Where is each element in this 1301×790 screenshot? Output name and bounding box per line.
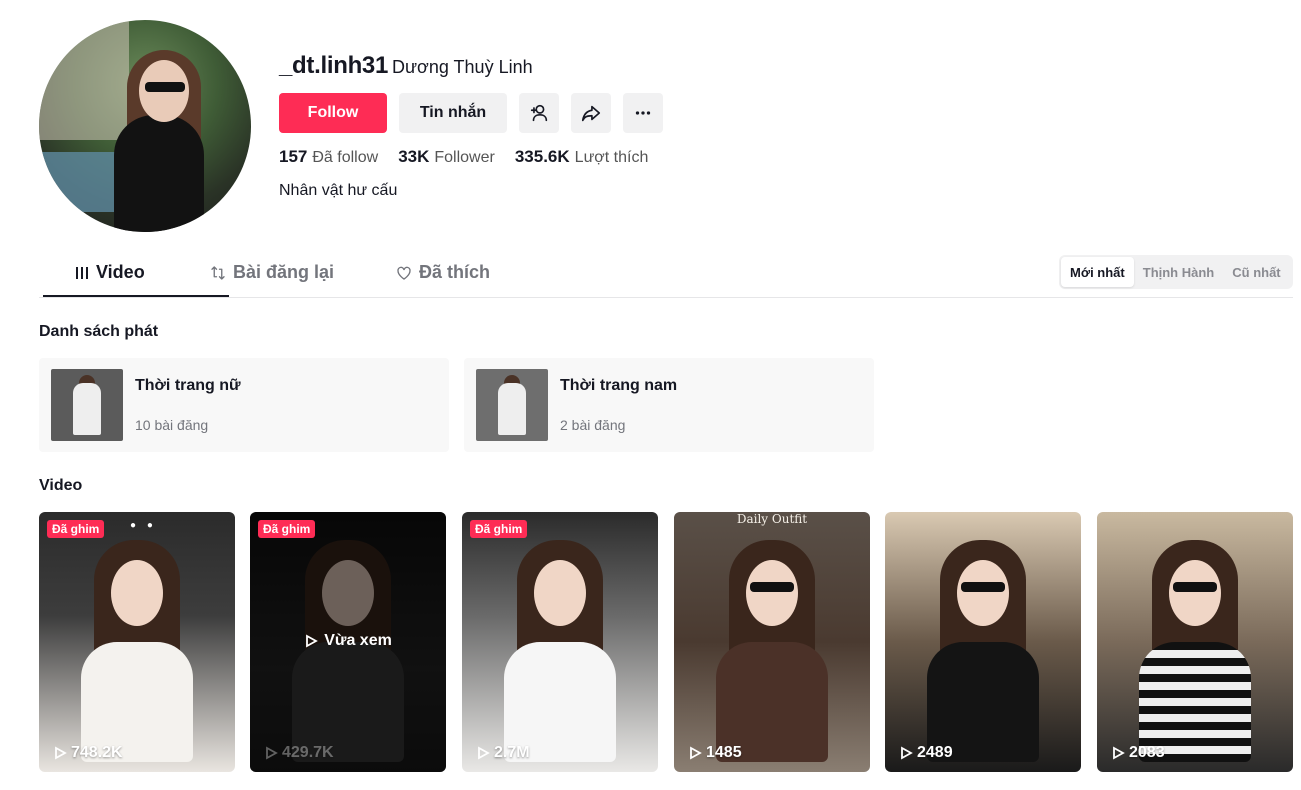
avatar-background-wall [39,20,129,140]
video-card[interactable]: 2083 [1097,512,1293,772]
profile-nickname: Dương Thuỳ Linh [392,57,533,77]
likes-count: 335.6K [514,147,570,166]
view-count-value: 1485 [706,744,742,761]
view-count: 2489 [899,744,953,762]
avatar-background-pool [39,152,119,212]
ellipsis-icon [635,111,651,115]
play-outline-icon [55,746,67,760]
playlist-name: Thời trang nam [560,377,678,394]
share-button[interactable] [571,93,611,133]
following-count: 157 [279,147,308,166]
more-options-button[interactable] [623,93,663,133]
tab-liked[interactable]: Đã thích [395,262,490,283]
profile-avatar[interactable] [39,20,251,232]
playlist-count: 10 bài đăng [135,417,209,433]
avatar-dress [114,115,204,232]
playlist-card[interactable]: Thời trang nam 2 bài đăng [464,358,874,452]
thumbnail-figure-shirt [498,383,526,435]
message-button[interactable]: Tin nhắn [399,93,507,133]
followers-stat[interactable]: 33K Follower [398,147,495,167]
video-thumbnail-face [111,560,163,626]
play-outline-icon [306,634,319,648]
add-user-icon [530,104,548,122]
play-outline-icon [1113,746,1125,760]
recently-watched-text: Vừa xem [324,632,392,649]
recently-watched-label: Vừa xem [250,632,446,650]
video-card[interactable]: ● ● Đã ghim 748.2K [39,512,235,772]
view-count: 429.7K [264,744,334,762]
playlists-heading: Danh sách phát [39,323,159,340]
video-card[interactable]: Daily Outfit 1485 [674,512,870,772]
profile-username: _dt.linh31 [279,52,389,79]
playlist-count: 2 bài đăng [560,417,626,433]
video-thumbnail-sunglasses [1173,582,1217,592]
video-thumbnail-face [957,560,1009,626]
playlist-name: Thời trang nữ [135,377,241,394]
profile-stats: 157 Đã follow 33K Follower 335.6K Lượt thíc… [279,147,648,167]
view-count: 2.7M [476,744,530,762]
tab-liked-label: Đã thích [419,262,491,282]
sort-toggle: Mới nhất Thịnh Hành Cũ nhất [1059,255,1293,289]
pinned-badge: Đã ghim [47,520,105,538]
heart-locked-icon [397,266,411,280]
active-tab-underline [43,295,229,297]
followers-count: 33K [398,147,430,166]
sort-oldest[interactable]: Cũ nhất [1223,257,1289,287]
video-card[interactable]: Đã ghim Vừa xem 429.7K [250,512,446,772]
pinned-badge: Đã ghim [258,520,316,538]
avatar-sunglasses [145,82,185,92]
profile-bio: Nhân vật hư cấu [279,182,398,199]
video-thumbnail-sunglasses [750,582,794,592]
view-count-value: 2083 [1129,744,1165,761]
video-card[interactable]: Đã ghim 2.7M [462,512,658,772]
tab-repost-label: Bài đăng lại [233,262,335,282]
view-count: 1485 [688,744,742,762]
add-friend-button[interactable] [519,93,559,133]
tab-video[interactable]: Video [74,262,145,283]
daily-outfit-caption: Daily Outfit [736,512,808,526]
view-count: 2083 [1111,744,1165,762]
thumbnail-figure-dress [73,383,101,435]
playlist-card[interactable]: Thời trang nữ 10 bài đăng [39,358,449,452]
play-outline-icon [478,746,490,760]
pinned-badge: Đã ghim [470,520,528,538]
video-card[interactable]: 2489 [885,512,1081,772]
likes-label: Lượt thích [574,149,649,166]
sort-trending[interactable]: Thịnh Hành [1134,257,1224,287]
play-outline-icon [266,746,278,760]
grid-lines-icon [76,266,88,279]
camera-dots-icon: ● ● [130,520,157,531]
play-outline-icon [690,746,702,760]
play-outline-icon [901,746,913,760]
video-thumbnail-sunglasses [961,582,1005,592]
video-thumbnail-face [746,560,798,626]
video-thumbnail-face [534,560,586,626]
view-count-value: 2.7M [494,744,530,761]
playlist-thumbnail [476,369,548,441]
view-count: 748.2K [53,744,123,762]
follow-button[interactable]: Follow [279,93,387,133]
view-count-value: 2489 [917,744,953,761]
sort-latest[interactable]: Mới nhất [1061,257,1134,287]
repost-icon [211,265,225,280]
playlist-thumbnail [51,369,123,441]
likes-stat: 335.6K Lượt thích [515,147,649,167]
video-thumbnail-face [1169,560,1221,626]
videos-heading: Video [39,477,83,494]
followers-label: Follower [434,149,495,166]
following-label: Đã follow [312,149,379,166]
tab-repost[interactable]: Bài đăng lại [209,262,334,283]
view-count-value: 429.7K [282,744,334,761]
tab-video-label: Video [96,262,145,282]
view-count-value: 748.2K [71,744,123,761]
following-stat[interactable]: 157 Đã follow [279,147,378,167]
share-arrow-icon [581,105,601,122]
